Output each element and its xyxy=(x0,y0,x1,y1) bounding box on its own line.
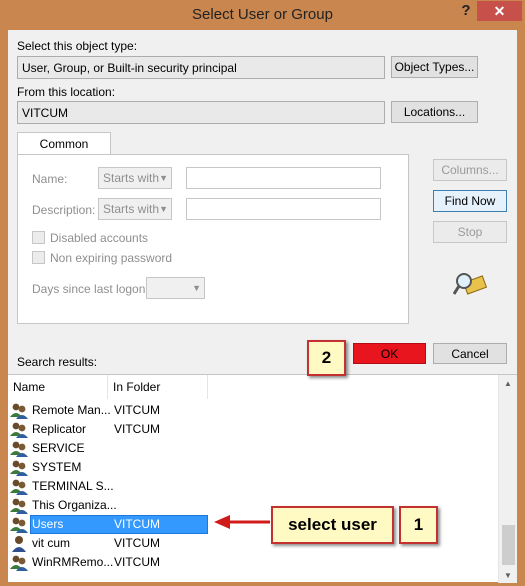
row-name: WinRMRemo... xyxy=(32,555,114,569)
row-name: vit cum xyxy=(32,536,71,550)
description-label: Description: xyxy=(32,203,96,217)
row-name: Users xyxy=(32,517,64,531)
row-folder: VITCUM xyxy=(114,555,160,569)
days-since-logon-label: Days since last logon: xyxy=(32,282,149,296)
locations-button[interactable]: Locations... xyxy=(391,101,478,123)
location-field: VITCUM xyxy=(17,101,385,124)
row-name: SYSTEM xyxy=(32,460,82,474)
list-item[interactable]: WinRMRemo... VITCUM xyxy=(8,553,498,572)
window-title: Select User or Group xyxy=(192,6,333,23)
scroll-up-icon[interactable]: ▲ xyxy=(504,379,512,388)
columns-button[interactable]: Columns... xyxy=(433,159,507,181)
days-since-logon-select[interactable]: ▼ xyxy=(146,277,205,299)
search-magnifier-icon xyxy=(453,273,487,295)
user-icon xyxy=(12,536,26,552)
row-folder: VITCUM xyxy=(114,422,160,436)
cancel-button[interactable]: Cancel xyxy=(433,343,507,364)
title-bar: Select User or Group ? ✕ xyxy=(0,0,525,30)
name-input[interactable] xyxy=(186,167,381,189)
step-two-callout: 2 xyxy=(307,340,346,376)
name-mode-value: Starts with xyxy=(103,171,160,185)
row-name: Remote Man... xyxy=(32,403,111,417)
name-mode-select[interactable]: Starts with ▼ xyxy=(98,167,172,189)
dialog-window: Select User or Group ? ✕ Select this obj… xyxy=(0,0,525,586)
group-icon xyxy=(10,498,28,514)
find-now-button[interactable]: Find Now xyxy=(433,190,507,212)
step-one-callout: 1 xyxy=(399,506,438,544)
ok-button[interactable]: OK xyxy=(353,343,426,364)
group-icon xyxy=(10,517,28,533)
description-input[interactable] xyxy=(186,198,381,220)
location-label: From this location: xyxy=(17,85,116,99)
object-type-field: User, Group, or Built-in security princi… xyxy=(17,56,385,79)
row-name: This Organiza... xyxy=(32,498,117,512)
group-icon xyxy=(10,555,28,571)
select-user-callout: select user xyxy=(271,506,394,544)
list-item[interactable]: Remote Man... VITCUM xyxy=(8,401,498,420)
list-item[interactable]: TERMINAL S... xyxy=(8,477,498,496)
description-mode-value: Starts with xyxy=(103,202,160,216)
object-type-label: Select this object type: xyxy=(17,39,138,53)
list-item[interactable]: SYSTEM xyxy=(8,458,498,477)
list-item[interactable]: SERVICE xyxy=(8,439,498,458)
tab-common-queries[interactable]: Common Queries xyxy=(17,132,111,173)
search-results-list[interactable]: Name In Folder Remote Man... VITCUM Replic… xyxy=(8,374,517,583)
stop-button[interactable]: Stop xyxy=(433,221,507,243)
help-icon[interactable]: ? xyxy=(453,2,479,22)
group-icon xyxy=(10,441,28,457)
group-icon xyxy=(10,460,28,476)
group-icon xyxy=(10,422,28,438)
scrollbar-thumb[interactable] xyxy=(502,525,515,565)
chevron-down-icon: ▼ xyxy=(159,173,168,183)
object-types-button[interactable]: Object Types... xyxy=(391,56,478,78)
row-name: TERMINAL S... xyxy=(32,479,114,493)
row-name: SERVICE xyxy=(32,441,85,455)
disabled-accounts-label: Disabled accounts xyxy=(50,231,149,245)
group-icon xyxy=(10,403,28,419)
description-mode-select[interactable]: Starts with ▼ xyxy=(98,198,172,220)
column-header-in-folder[interactable]: In Folder xyxy=(108,375,208,399)
chevron-down-icon: ▼ xyxy=(192,283,201,293)
search-results-label: Search results: xyxy=(17,355,98,369)
close-button[interactable]: ✕ xyxy=(477,1,522,21)
row-name: Replicator xyxy=(32,422,87,436)
vertical-scrollbar[interactable]: ▲ ▼ xyxy=(498,375,517,583)
list-item[interactable]: Replicator VITCUM xyxy=(8,420,498,439)
column-header-name[interactable]: Name xyxy=(8,375,108,399)
row-folder: VITCUM xyxy=(114,403,160,417)
dialog-body: Select this object type: User, Group, or… xyxy=(8,30,517,583)
scroll-down-icon[interactable]: ▼ xyxy=(504,571,512,580)
arrow-left-icon xyxy=(214,515,270,529)
non-expiring-password-checkbox[interactable] xyxy=(32,251,45,264)
group-icon xyxy=(10,479,28,495)
disabled-accounts-checkbox[interactable] xyxy=(32,231,45,244)
row-folder: VITCUM xyxy=(114,536,160,550)
name-label: Name: xyxy=(32,172,68,186)
row-folder: VITCUM xyxy=(114,517,160,531)
chevron-down-icon: ▼ xyxy=(159,204,168,214)
common-queries-panel: Name: Starts with ▼ Description: Starts … xyxy=(17,154,409,324)
non-expiring-password-label: Non expiring password xyxy=(50,251,173,265)
